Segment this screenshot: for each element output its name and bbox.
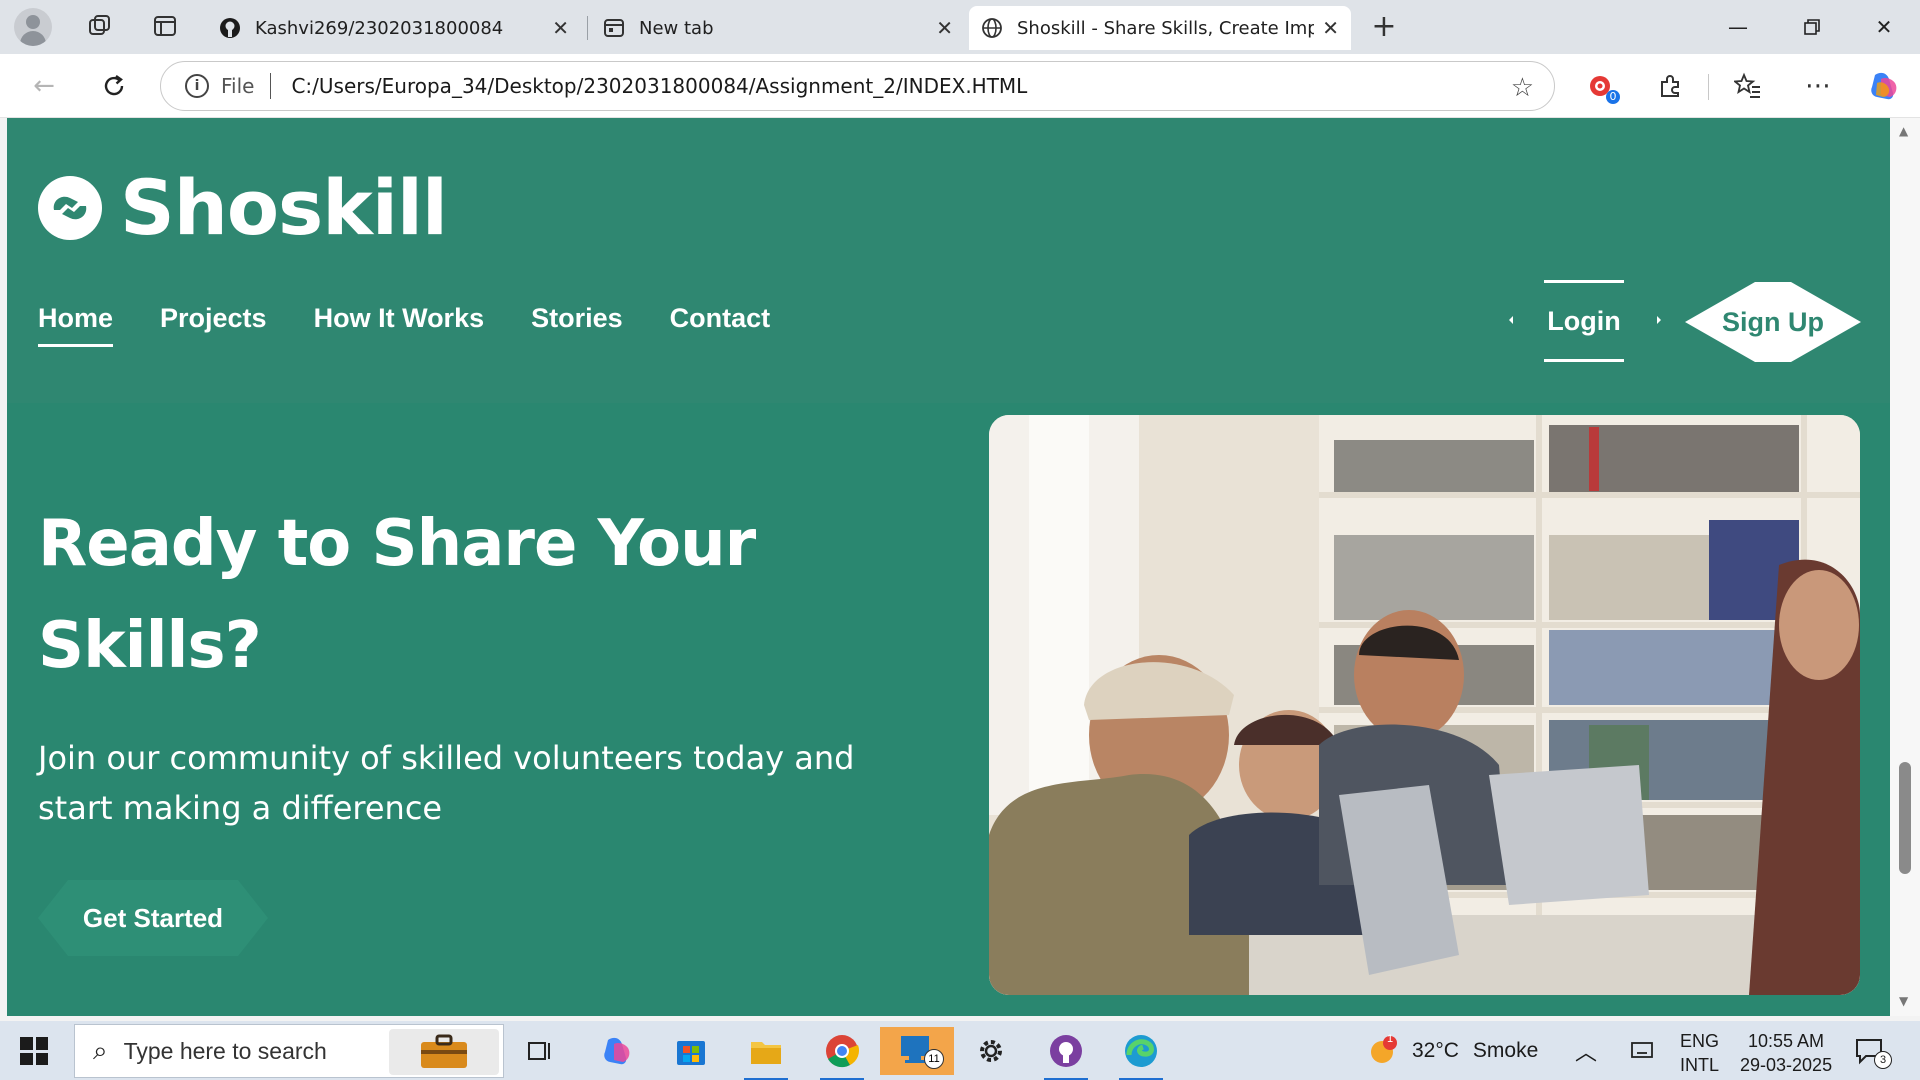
scroll-down-arrow-icon[interactable]: ▼ [1899, 994, 1908, 1008]
browser-toolbar: ← i File C:/Users/Europa_34/Desktop/2302… [0, 54, 1920, 118]
tab-title: Shoskill - Share Skills, Create Imp [1017, 17, 1315, 39]
nav-home[interactable]: Home [38, 303, 114, 347]
workspaces-icon[interactable] [86, 13, 114, 41]
nav-stories[interactable]: Stories [531, 303, 623, 347]
get-started-label: Get Started [82, 902, 224, 933]
github-icon [219, 17, 241, 39]
close-tab-icon[interactable]: ✕ [552, 16, 569, 40]
extension-icon[interactable]: 0 [1584, 68, 1620, 104]
signup-label: Sign Up [1722, 306, 1824, 337]
newtab-icon [603, 17, 625, 39]
hero-subtitle: Join our community of skilled volunteers… [38, 739, 855, 827]
address-bar[interactable]: i File C:/Users/Europa_34/Desktop/230203… [160, 61, 1555, 111]
windows-taskbar: ⌕ Type here to search 11 1 32°C Smoke ︿ … [0, 1021, 1920, 1080]
edge-browser-icon[interactable] [1111, 1027, 1171, 1080]
language-code: ENG [1680, 1031, 1720, 1051]
extensions-puzzle-icon[interactable] [1652, 68, 1688, 104]
nav-contact[interactable]: Contact [670, 303, 771, 347]
minimize-icon[interactable]: — [1708, 8, 1768, 46]
show-hidden-icons-chevron-icon[interactable]: ︿ [1575, 1021, 1597, 1080]
site-header: Shoskill Home Projects How It Works Stor… [7, 118, 1890, 403]
display-icon[interactable] [1630, 1021, 1654, 1080]
back-icon[interactable]: ← [26, 68, 62, 104]
file-explorer-icon[interactable] [736, 1027, 796, 1080]
url-text[interactable]: C:/Users/Europa_34/Desktop/2302031800084… [291, 74, 1027, 98]
globe-icon [981, 17, 1003, 39]
profile-avatar[interactable] [14, 8, 52, 46]
refresh-icon[interactable] [96, 68, 132, 104]
logo-text: Shoskill [120, 163, 448, 252]
page-scrollbar[interactable]: ▲ ▼ [1890, 118, 1920, 1016]
login-decoration-left [1509, 316, 1513, 324]
hero-section: Ready to Share Your Skills? Join our com… [7, 403, 1890, 1016]
remote-desktop-icon[interactable]: 11 [880, 1027, 954, 1075]
login-button[interactable]: Login [1544, 280, 1624, 362]
more-options-icon[interactable]: ⋯ [1800, 68, 1836, 104]
weather-condition: Smoke [1472, 1038, 1539, 1062]
app-badge: 11 [924, 1049, 944, 1069]
task-view-icon[interactable] [510, 1027, 570, 1075]
copilot-icon[interactable] [1866, 68, 1902, 104]
favorite-star-icon[interactable]: ☆ [1511, 73, 1534, 103]
weather-badge: 1 [1387, 1033, 1394, 1045]
notifications-icon[interactable]: 3 [1854, 1021, 1892, 1080]
clock-date: 29-03-2025 [1740, 1055, 1833, 1075]
vertical-tabs-icon[interactable] [151, 13, 179, 41]
browser-tab-bar: Kashvi269/2302031800084 ✕ New tab ✕ Shos… [0, 0, 1920, 54]
hero-image-people-laughing [989, 415, 1860, 995]
tab-github[interactable]: Kashvi269/2302031800084 ✕ [207, 6, 581, 50]
github-desktop-icon[interactable] [1036, 1027, 1096, 1080]
site-logo[interactable]: Shoskill [38, 163, 448, 252]
weather-widget[interactable]: 1 32°C Smoke [1366, 1021, 1538, 1080]
system-clock[interactable]: 10:55 AM 29-03-2025 [1740, 1029, 1832, 1077]
weather-temp: 32°C [1412, 1038, 1459, 1062]
hero-heading: Ready to Share Your Skills? [38, 493, 938, 697]
tab-new-tab[interactable]: New tab ✕ [591, 6, 965, 50]
handshake-logo-icon [38, 175, 102, 240]
login-decoration-right [1657, 316, 1661, 324]
windows-start-icon[interactable] [20, 1037, 48, 1065]
notification-count: 3 [1874, 1051, 1892, 1069]
close-tab-icon[interactable]: ✕ [936, 16, 953, 40]
clock-time: 10:55 AM [1748, 1031, 1825, 1051]
signup-button[interactable]: Sign Up [1685, 282, 1861, 362]
briefcase-icon[interactable] [389, 1029, 499, 1075]
input-language[interactable]: ENG INTL [1680, 1029, 1719, 1077]
hero-heading-line1: Ready to Share Your [38, 507, 756, 581]
tab-title: Kashvi269/2302031800084 [255, 17, 504, 39]
nav-projects[interactable]: Projects [160, 303, 267, 347]
close-tab-icon[interactable]: ✕ [1322, 16, 1339, 40]
copilot-taskbar-icon[interactable] [587, 1027, 647, 1075]
keyboard-layout: INTL [1680, 1055, 1720, 1075]
scrollbar-thumb[interactable] [1899, 762, 1911, 874]
search-placeholder: Type here to search [123, 1037, 327, 1064]
taskbar-search[interactable]: ⌕ Type here to search [74, 1024, 504, 1078]
get-started-button[interactable]: Get Started [38, 878, 268, 958]
tab-shoskill[interactable]: Shoskill - Share Skills, Create Imp ✕ [969, 6, 1351, 50]
new-tab-button[interactable]: + [1370, 12, 1398, 42]
main-nav: Home Projects How It Works Stories Conta… [38, 303, 817, 347]
settings-gear-icon[interactable] [961, 1027, 1021, 1075]
scroll-up-arrow-icon[interactable]: ▲ [1899, 124, 1908, 138]
hero-heading-line2: Skills? [38, 609, 262, 683]
microsoft-store-icon[interactable] [661, 1027, 721, 1075]
url-scheme: File [221, 74, 255, 98]
chrome-icon[interactable] [812, 1027, 872, 1080]
favorites-icon[interactable] [1730, 68, 1766, 104]
weather-sun-icon [1371, 1035, 1397, 1063]
site-info-icon[interactable]: i [185, 74, 209, 98]
restore-icon[interactable] [1782, 8, 1842, 46]
nav-how-it-works[interactable]: How It Works [314, 303, 485, 347]
close-window-icon[interactable]: ✕ [1854, 8, 1914, 46]
search-icon: ⌕ [93, 1035, 108, 1066]
page-viewport: Shoskill Home Projects How It Works Stor… [7, 118, 1890, 1016]
extension-badge: 0 [1606, 90, 1620, 104]
tab-title: New tab [639, 17, 714, 39]
